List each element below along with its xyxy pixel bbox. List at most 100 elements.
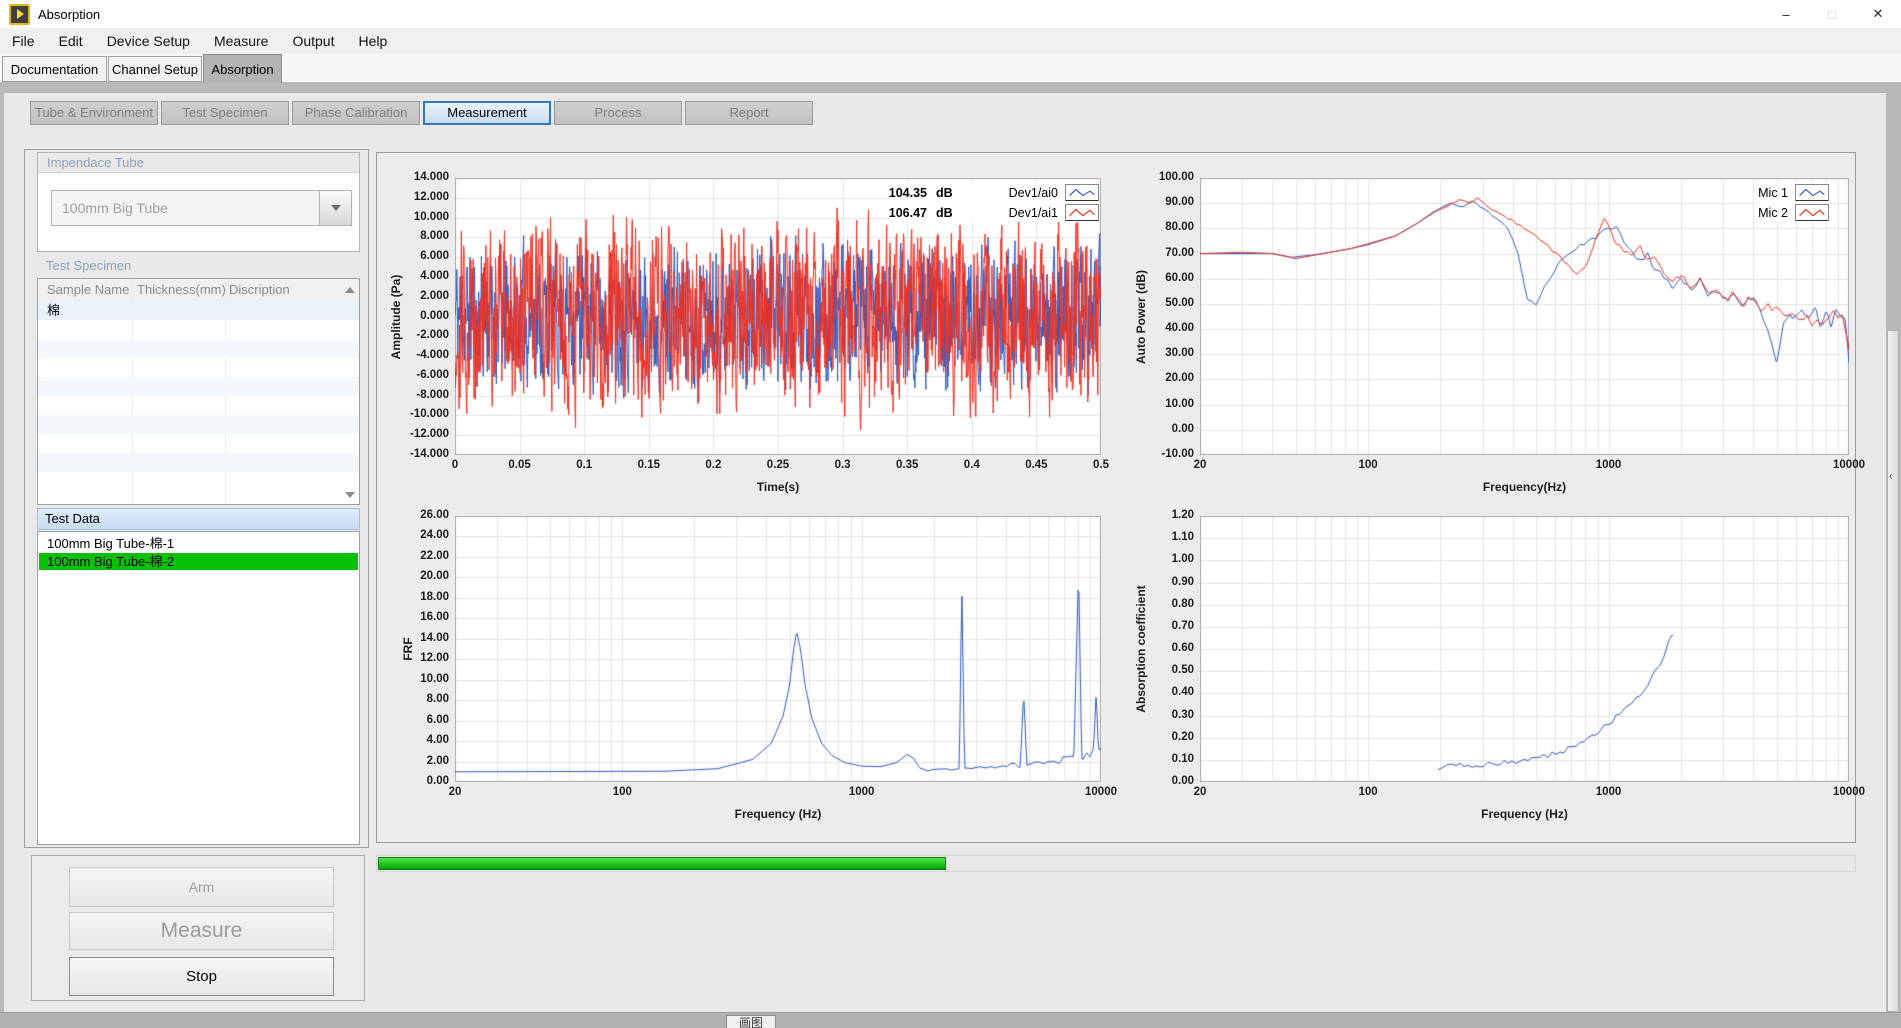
test-specimen-label: Test Specimen <box>37 256 360 276</box>
y-tick-label: 24.00 <box>420 529 449 541</box>
y-axis-ticks: 100.0090.0080.0070.0060.0050.0040.0030.0… <box>1152 178 1196 455</box>
x-tick-label: 0.2 <box>705 459 721 471</box>
time-chart-legend: 104.35 dB Dev1/ai0 106.47 dB Dev1/ai1 <box>889 183 1099 222</box>
y-axis-label: FRF <box>401 637 415 660</box>
title-bar: Absorption – □ ✕ <box>0 0 1901 28</box>
subtab-test-specimen[interactable]: Test Specimen <box>161 101 289 125</box>
x-tick-label: 20 <box>1194 786 1207 798</box>
table-row[interactable]: 棉 <box>38 301 359 320</box>
x-axis-ticks: 20100100010000 <box>1200 459 1849 475</box>
scroll-down-icon[interactable] <box>345 492 355 498</box>
table-row[interactable] <box>38 377 359 396</box>
y-tick-label: 1.20 <box>1172 509 1194 521</box>
y-tick-label: 30.00 <box>1165 347 1194 359</box>
stop-button[interactable]: Stop <box>69 957 334 996</box>
y-tick-label: 20.00 <box>420 570 449 582</box>
y-tick-label: -12.000 <box>410 428 449 440</box>
y-tick-label: 0.00 <box>1172 423 1194 435</box>
dropdown-arrow-button[interactable] <box>319 191 351 225</box>
mic1-label: Mic 1 <box>1758 186 1788 200</box>
y-tick-label: -6.000 <box>416 369 449 381</box>
x-tick-label: 1000 <box>849 786 875 798</box>
tab-absorption[interactable]: Absorption <box>203 54 282 83</box>
y-tick-label: 0.50 <box>1172 664 1194 676</box>
list-item[interactable]: 100mm Big Tube-棉-1 <box>39 535 358 552</box>
menu-output[interactable]: Output <box>280 28 346 54</box>
x-tick-label: 0.05 <box>508 459 530 471</box>
menu-measure[interactable]: Measure <box>202 28 280 54</box>
y-tick-label: 4.00 <box>427 734 449 746</box>
impedance-tube-dropdown[interactable]: 100mm Big Tube <box>51 190 352 226</box>
y-tick-label: 2.000 <box>420 290 449 302</box>
y-tick-label: -14.000 <box>410 448 449 460</box>
y-tick-label: 0.10 <box>1172 753 1194 765</box>
y-tick-label: 0.20 <box>1172 731 1194 743</box>
auto-power-legend: Mic 1 Mic 2 <box>1758 183 1829 222</box>
waveform-icon <box>1065 184 1099 201</box>
y-tick-label: 20.00 <box>1165 372 1194 384</box>
y-axis-ticks: 1.201.101.000.900.800.700.600.500.400.30… <box>1152 516 1196 782</box>
progress-fill <box>378 857 946 870</box>
subtab-measurement[interactable]: Measurement <box>423 101 551 125</box>
x-tick-label: 100 <box>613 786 632 798</box>
y-axis-label: Absorption coefficient <box>1134 585 1148 712</box>
y-tick-label: 10.00 <box>1165 398 1194 410</box>
tab-frame-band <box>0 82 1901 93</box>
application-window: Absorption – □ ✕ File Edit Device Setup … <box>0 0 1901 1028</box>
level-value: 106.47 <box>889 206 927 220</box>
minimize-button[interactable]: – <box>1763 0 1809 28</box>
impedance-tube-group: Impendace Tube 100mm Big Tube <box>37 152 360 252</box>
x-axis-ticks: 20100100010000 <box>1200 786 1849 802</box>
close-button[interactable]: ✕ <box>1855 0 1901 28</box>
menu-device-setup[interactable]: Device Setup <box>95 28 202 54</box>
tab-channel-setup[interactable]: Channel Setup <box>108 56 202 82</box>
y-tick-label: 0.60 <box>1172 642 1194 654</box>
y-tick-label: 14.00 <box>420 632 449 644</box>
x-tick-label: 100 <box>1358 786 1377 798</box>
y-tick-label: -2.000 <box>416 329 449 341</box>
measure-button: Measure <box>69 912 334 950</box>
channel-name: Dev1/ai1 <box>1009 206 1058 220</box>
y-tick-label: 14.000 <box>414 171 449 183</box>
subtab-tube-environment[interactable]: Tube & Environment <box>30 101 158 125</box>
y-tick-label: 8.000 <box>420 230 449 242</box>
y-tick-label: 0.90 <box>1172 576 1194 588</box>
y-tick-label: 0.40 <box>1172 686 1194 698</box>
test-specimen-table[interactable]: Sample Name Thickness(mm) Discription 棉 <box>37 278 360 505</box>
window-title: Absorption <box>38 7 100 22</box>
window-controls: – □ ✕ <box>1763 0 1901 28</box>
level-unit: dB <box>936 206 953 220</box>
x-tick-label: 1000 <box>1596 459 1622 471</box>
right-splitter[interactable]: ‹ <box>1887 330 1899 1012</box>
waveform-icon <box>1795 184 1829 201</box>
list-item[interactable]: 100mm Big Tube-棉-2 <box>39 553 358 570</box>
table-row[interactable] <box>38 339 359 358</box>
table-row[interactable] <box>38 453 359 472</box>
menu-help[interactable]: Help <box>346 28 399 54</box>
column-thickness: Thickness(mm) <box>137 279 226 301</box>
y-tick-label: 0.00 <box>1172 775 1194 787</box>
subtab-process[interactable]: Process <box>554 101 682 125</box>
y-tick-label: 90.00 <box>1165 196 1194 208</box>
scroll-up-icon[interactable] <box>345 287 355 293</box>
y-tick-label: 22.00 <box>420 550 449 562</box>
partial-tab-draw[interactable]: 画图 <box>726 1015 776 1028</box>
menu-file[interactable]: File <box>0 28 47 54</box>
y-tick-label: 1.00 <box>1172 553 1194 565</box>
level-value: 104.35 <box>889 186 927 200</box>
channel-name: Dev1/ai0 <box>1009 186 1058 200</box>
y-tick-label: 0.000 <box>420 310 449 322</box>
bottom-strip <box>0 1012 1901 1028</box>
absorption-plot-canvas <box>1200 516 1849 782</box>
subtab-phase-calibration[interactable]: Phase Calibration <box>292 101 420 125</box>
app-icon <box>9 4 30 25</box>
x-axis-label: Time(s) <box>455 480 1101 494</box>
menu-edit[interactable]: Edit <box>47 28 95 54</box>
level-unit: dB <box>936 186 953 200</box>
tab-documentation[interactable]: Documentation <box>2 56 107 82</box>
subtab-report[interactable]: Report <box>685 101 813 125</box>
table-row[interactable] <box>38 415 359 434</box>
test-data-list[interactable]: 100mm Big Tube-棉-1 100mm Big Tube-棉-2 <box>37 531 360 845</box>
auto-power-plot-canvas <box>1200 178 1849 455</box>
impedance-tube-selected-value: 100mm Big Tube <box>52 200 319 216</box>
